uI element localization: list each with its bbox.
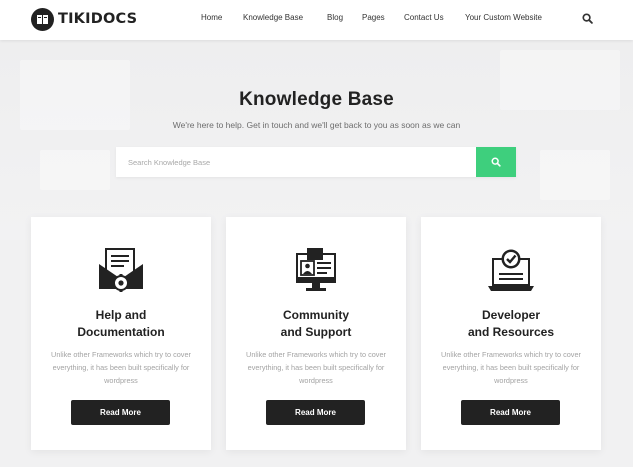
card-title-line: Community bbox=[283, 308, 349, 322]
read-more-button[interactable]: Read More bbox=[266, 400, 365, 425]
search-icon[interactable] bbox=[582, 11, 594, 24]
card-description: Unlike other Frameworks which try to cov… bbox=[441, 350, 581, 385]
search-button[interactable] bbox=[476, 147, 516, 177]
site-header: TIKIDOCS Home Knowledge Base Blog Pages … bbox=[0, 0, 633, 40]
nav-item-your-custom-website[interactable]: Your Custom Website bbox=[465, 13, 542, 22]
nav-item-knowledge-base[interactable]: Knowledge Base bbox=[243, 13, 303, 22]
monitor-profile-icon bbox=[291, 247, 341, 295]
search-bar bbox=[116, 147, 516, 177]
laptop-check-icon bbox=[486, 247, 536, 295]
envelope-gear-icon bbox=[96, 247, 146, 295]
hero-background bbox=[0, 40, 633, 240]
logo-icon bbox=[31, 7, 54, 31]
card-developer-resources: Developer and Resources Unlike other Fra… bbox=[421, 217, 601, 450]
card-title-line: Help and bbox=[95, 308, 147, 322]
card-title-line: and Support bbox=[280, 325, 352, 339]
logo-text: TIKIDOCS bbox=[58, 11, 138, 27]
card-title: Developer and Resources bbox=[421, 307, 601, 341]
card-title-line: Developer bbox=[481, 308, 541, 322]
card-title: Help and Documentation bbox=[31, 307, 211, 341]
nav-item-blog[interactable]: Blog bbox=[327, 13, 343, 22]
card-help-documentation: Help and Documentation Unlike other Fram… bbox=[31, 217, 211, 450]
nav-item-home[interactable]: Home bbox=[201, 13, 222, 22]
search-icon bbox=[491, 155, 501, 170]
card-description: Unlike other Frameworks which try to cov… bbox=[246, 350, 386, 385]
page-subtitle: We're here to help. Get in touch and we'… bbox=[172, 120, 461, 130]
card-community-support: Community and Support Unlike other Frame… bbox=[226, 217, 406, 450]
search-input[interactable] bbox=[116, 147, 476, 177]
card-title-line: and Resources bbox=[467, 325, 555, 339]
card-title-line: Documentation bbox=[77, 325, 165, 339]
nav-item-pages[interactable]: Pages bbox=[362, 13, 385, 22]
read-more-button[interactable]: Read More bbox=[461, 400, 560, 425]
page-title: Knowledge Base bbox=[239, 89, 394, 110]
nav-item-contact-us[interactable]: Contact Us bbox=[404, 13, 444, 22]
card-title: Community and Support bbox=[226, 307, 406, 341]
card-description: Unlike other Frameworks which try to cov… bbox=[51, 350, 191, 385]
logo[interactable]: TIKIDOCS bbox=[31, 6, 137, 32]
read-more-button[interactable]: Read More bbox=[71, 400, 170, 425]
